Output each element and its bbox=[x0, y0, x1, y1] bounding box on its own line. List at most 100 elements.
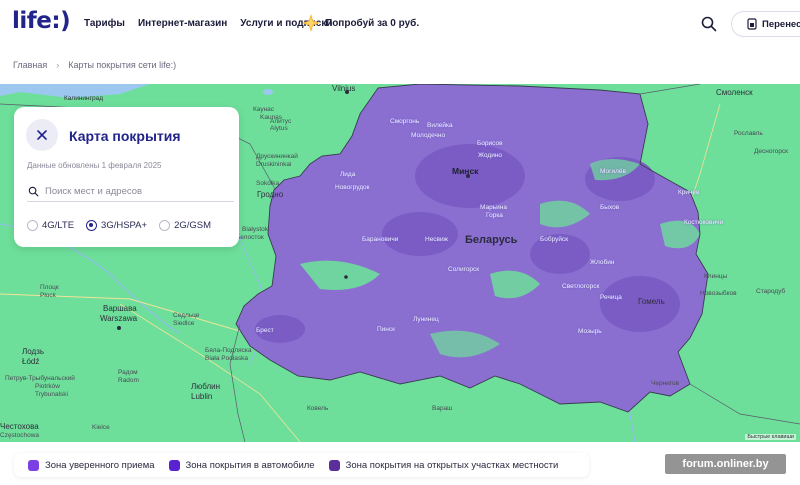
map-label: Солигорск bbox=[448, 266, 480, 273]
radio-4g[interactable]: 4G/LTE bbox=[27, 220, 74, 231]
map-label: Trybunalski bbox=[35, 391, 68, 398]
map-label: Radom bbox=[118, 377, 139, 384]
panel-title: Карта покрытия bbox=[69, 128, 181, 144]
legend-item-open-area: Зона покрытия на открытых участках местн… bbox=[328, 459, 559, 471]
coverage-core bbox=[382, 212, 458, 256]
coverage-panel: Карта покрытия Данные обновлены 1 феврал… bbox=[14, 107, 239, 247]
map-label: Речица bbox=[600, 294, 622, 301]
map-label: Новогрудок bbox=[335, 184, 370, 191]
map-label: Горка bbox=[486, 212, 503, 219]
breadcrumb-home[interactable]: Главная bbox=[13, 60, 47, 70]
legend-label: Зона уверенного приема bbox=[45, 459, 155, 471]
map-label: Мозырь bbox=[578, 328, 602, 335]
map-label: Piotrków bbox=[35, 383, 60, 390]
site-header: life:) Тарифы Интернет-магазин Услуги и … bbox=[0, 0, 800, 48]
radio-dot[interactable] bbox=[27, 220, 38, 231]
breadcrumb-current: Карты покрытия сети life:) bbox=[68, 60, 177, 70]
map-label: Biała Podlaska bbox=[205, 355, 248, 362]
map-label: Siedlce bbox=[173, 320, 195, 327]
map-label: Быхов bbox=[600, 204, 620, 211]
border bbox=[639, 84, 701, 95]
map-label: Минск bbox=[452, 166, 479, 176]
map-label: Марьина bbox=[480, 204, 507, 211]
map-label: Białystok bbox=[242, 226, 269, 233]
map-label: Честохова bbox=[0, 422, 39, 431]
radio-2g[interactable]: 2G/GSM bbox=[159, 220, 211, 231]
sim-icon bbox=[747, 18, 757, 30]
radio-label: 2G/GSM bbox=[174, 220, 212, 231]
promo-link[interactable]: Попробуй за 0 руб. bbox=[301, 13, 419, 33]
map-label: Варшава bbox=[103, 304, 137, 313]
map-label: Lublin bbox=[191, 392, 213, 401]
switch-button[interactable]: Перенест bbox=[731, 11, 800, 37]
map-label: Ковель bbox=[307, 405, 329, 412]
breadcrumb: Главная › Карты покрытия сети life:) bbox=[13, 60, 176, 70]
map-label: Брест bbox=[256, 327, 274, 334]
legend-swatch bbox=[328, 459, 340, 471]
main-nav: Тарифы Интернет-магазин Услуги и подписк… bbox=[84, 18, 333, 29]
legend-swatch bbox=[28, 459, 39, 471]
search-icon[interactable] bbox=[700, 15, 718, 33]
place-search bbox=[27, 182, 234, 202]
map-label: Kielce bbox=[92, 424, 110, 431]
close-icon bbox=[37, 130, 47, 140]
network-type-selector: 4G/LTE 3G/HSPA+ 2G/GSM bbox=[27, 220, 211, 231]
map-label: Вилейка bbox=[427, 122, 453, 129]
map-label: Częstochowa bbox=[0, 432, 40, 439]
map-label: Могилёв bbox=[600, 168, 626, 175]
map-label: Белосток bbox=[236, 234, 264, 241]
map-label: Alytus bbox=[270, 125, 288, 132]
nav-tariffs[interactable]: Тарифы bbox=[84, 18, 125, 29]
legend-item-car: Зона покрытия в автомобиле bbox=[168, 459, 315, 471]
place-search-input[interactable] bbox=[45, 186, 225, 197]
legend-item-strong: Зона уверенного приема bbox=[28, 459, 155, 471]
map-label: Жлобин bbox=[590, 259, 615, 266]
map-label: Лида bbox=[340, 171, 356, 178]
map-label: Кричев bbox=[678, 189, 700, 196]
map-label: Warszawa bbox=[100, 314, 138, 323]
radio-dot[interactable] bbox=[86, 220, 98, 231]
map-label: Алитус bbox=[270, 118, 292, 125]
map-label: Плоцк bbox=[40, 284, 59, 291]
map-label: Борисов bbox=[477, 140, 503, 147]
nav-online-store[interactable]: Интернет-магазин bbox=[138, 18, 227, 29]
map-label: Рославль bbox=[734, 130, 763, 137]
switch-label: Перенест bbox=[762, 18, 800, 30]
map-label: Лодзь bbox=[22, 347, 45, 356]
map-label: Несвиж bbox=[425, 236, 448, 243]
map-label: Бяла-Подляска bbox=[205, 347, 252, 354]
map-label: Люблин bbox=[191, 382, 221, 391]
map-label: Костюковичи bbox=[684, 219, 724, 226]
radio-dot[interactable] bbox=[159, 220, 171, 231]
star-icon bbox=[302, 14, 320, 32]
border bbox=[229, 323, 246, 442]
map-label: Седльце bbox=[173, 312, 200, 319]
forum-watermark: forum.onliner.by bbox=[665, 454, 786, 474]
map-label: Стародуб bbox=[756, 288, 786, 295]
map-label: Петрув-Трыбунальский bbox=[5, 375, 75, 382]
map-label: Чернигов bbox=[651, 380, 680, 387]
city-dot bbox=[117, 326, 121, 330]
close-button[interactable] bbox=[26, 119, 58, 151]
data-updated-text: Данные обновлены 1 февраля 2025 bbox=[27, 161, 162, 170]
legend-label: Зона покрытия на открытых участках местн… bbox=[345, 459, 559, 471]
legend-swatch bbox=[168, 459, 180, 471]
life-logo[interactable]: life:) bbox=[12, 8, 71, 34]
map-label: Радом bbox=[118, 369, 138, 376]
map-label: Druskininkai bbox=[256, 161, 292, 168]
chevron-right-icon: › bbox=[56, 60, 60, 70]
border bbox=[689, 383, 800, 425]
map-attribution[interactable]: Быстрые клавиши bbox=[745, 434, 796, 440]
map-label: Новозыбков bbox=[700, 290, 737, 297]
map-label: Барановичи bbox=[362, 236, 399, 243]
map-label: Vilnius bbox=[332, 84, 356, 93]
map-label: Светлогорск bbox=[562, 283, 600, 290]
map-legend: Зона уверенного приема Зона покрытия в а… bbox=[14, 453, 589, 477]
map-label: Каунас bbox=[253, 106, 275, 113]
map-label: Гомель bbox=[638, 297, 665, 306]
map-label: Гродно bbox=[257, 190, 284, 199]
map-label: Лунинец bbox=[413, 316, 439, 323]
radio-label: 3G/HSPA+ bbox=[101, 220, 148, 231]
search-icon bbox=[28, 186, 39, 197]
radio-3g[interactable]: 3G/HSPA+ bbox=[86, 220, 147, 231]
